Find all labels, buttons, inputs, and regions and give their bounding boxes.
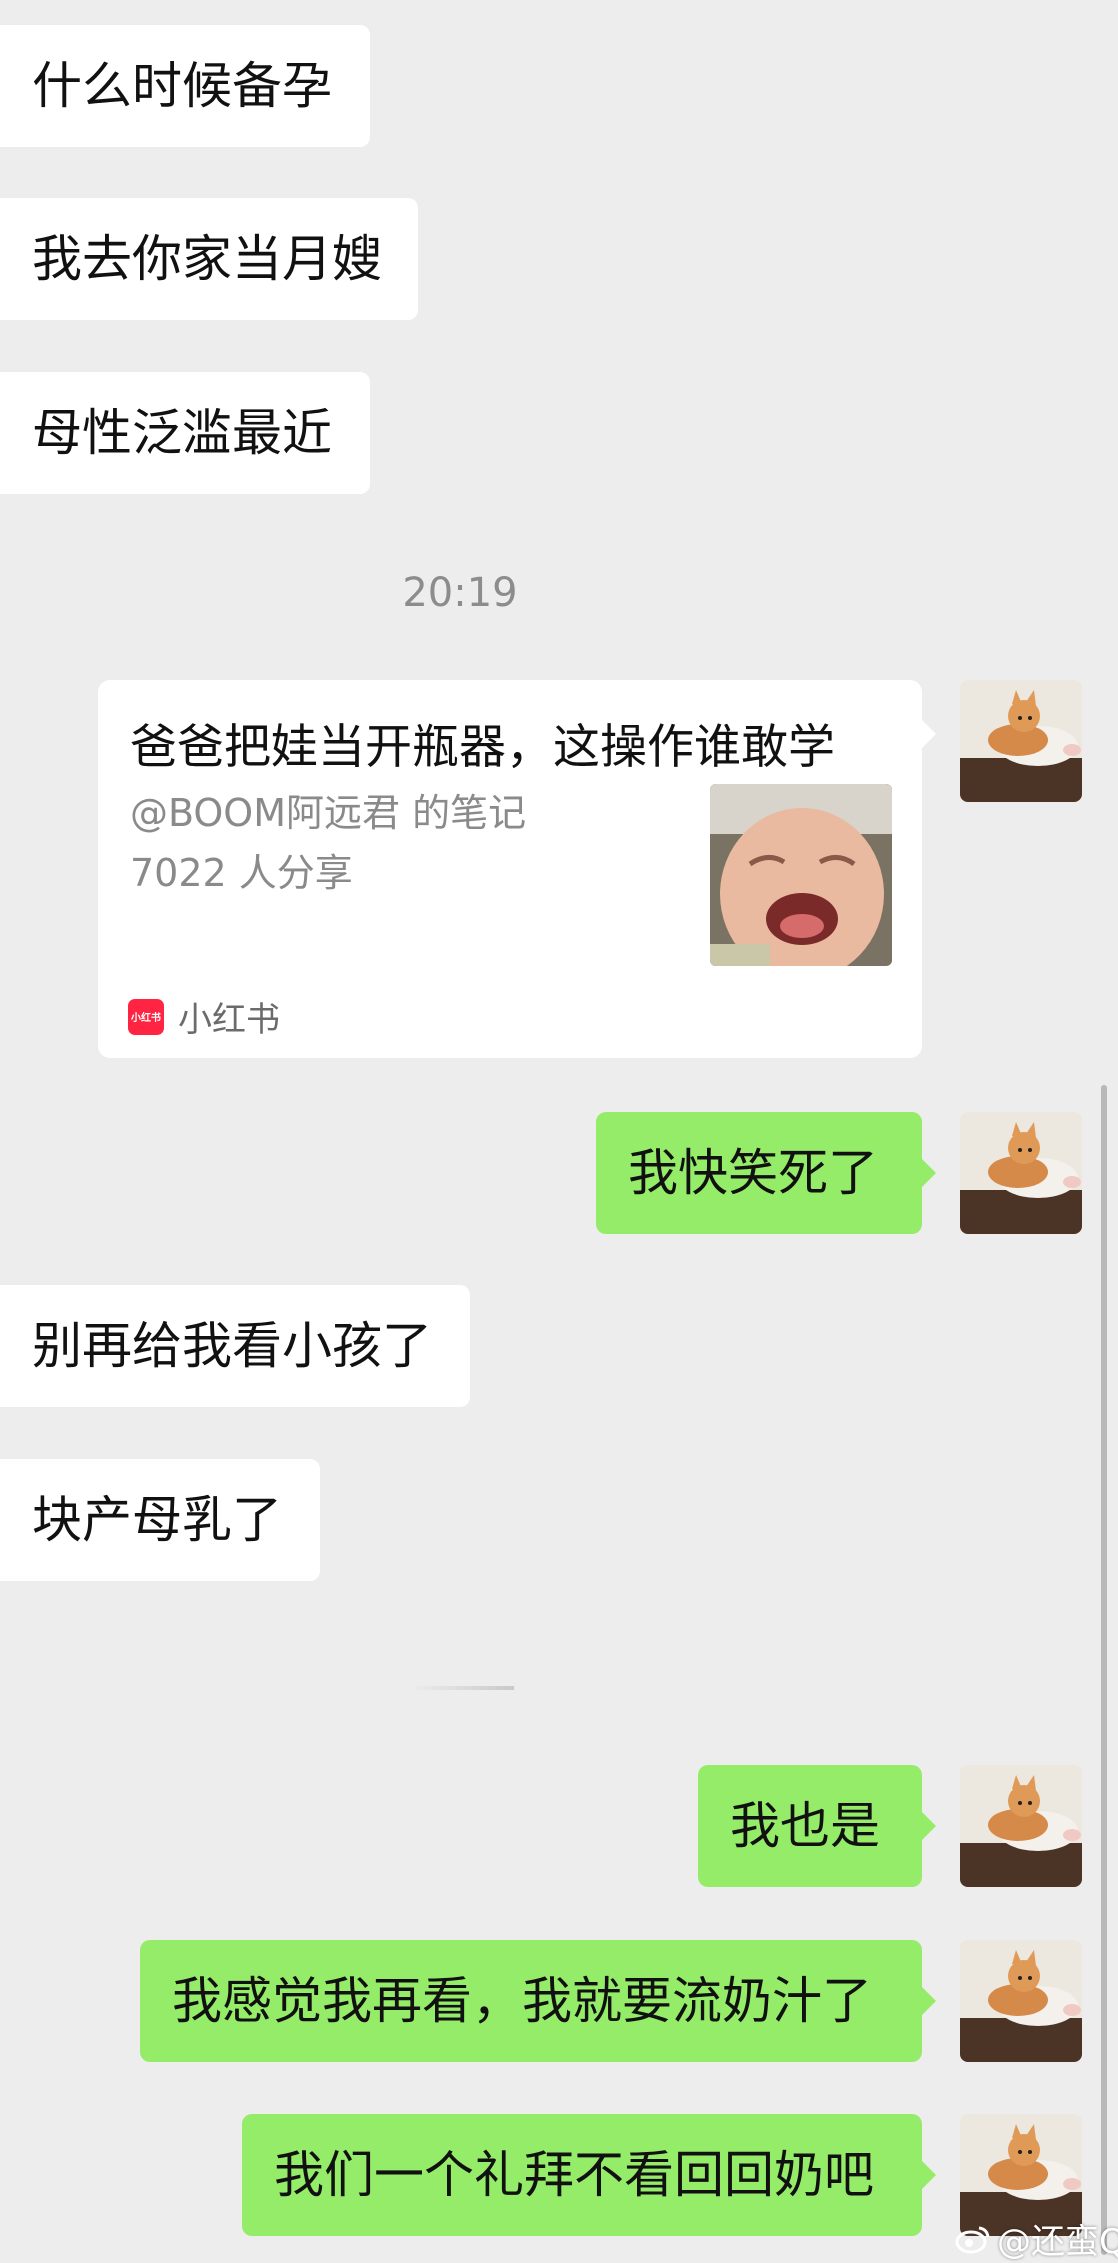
incoming-message-bubble[interactable]: 块产母乳了 xyxy=(0,1459,320,1581)
outgoing-message-bubble[interactable]: 我感觉我再看，我就要流奶汁了 xyxy=(140,1940,936,2062)
user-avatar[interactable] xyxy=(960,680,1082,802)
incoming-message-bubble[interactable]: 什么时候备孕 xyxy=(0,25,370,147)
weibo-icon xyxy=(955,2226,990,2253)
scrollbar[interactable] xyxy=(1101,1085,1107,2255)
outgoing-message-bubble[interactable]: 我们一个礼拜不看回回奶吧 xyxy=(242,2114,936,2236)
divider-line xyxy=(410,1686,514,1690)
incoming-message-bubble[interactable]: 母性泛滥最近 xyxy=(0,372,370,494)
card-author: @BOOM阿远君 的笔记 xyxy=(130,791,527,835)
user-avatar[interactable] xyxy=(960,1765,1082,1887)
card-share-count: 7022 人分享 xyxy=(130,851,353,895)
card-source-app-name: 小红书 xyxy=(178,1000,280,1040)
incoming-message-bubble[interactable]: 别再给我看小孩了 xyxy=(0,1285,470,1407)
message-timestamp: 20:19 xyxy=(402,570,518,616)
card-thumbnail-crying-baby xyxy=(710,784,892,966)
watermark: @还蛮Q xyxy=(955,2214,1118,2263)
outgoing-message-bubble[interactable]: 我快笑死了 xyxy=(596,1112,936,1234)
watermark-text: @还蛮Q xyxy=(997,2222,1118,2262)
incoming-message-bubble[interactable]: 我去你家当月嫂 xyxy=(0,198,418,320)
card-source: 小红书 小红书 xyxy=(128,992,280,1041)
xiaohongshu-logo-icon: 小红书 xyxy=(128,998,164,1035)
card-title: 爸爸把娃当开瓶器，这操作谁敢学 xyxy=(130,720,835,775)
shared-link-card[interactable]: 爸爸把娃当开瓶器，这操作谁敢学 @BOOM阿远君 的笔记 7022 人分享 小红… xyxy=(98,680,936,1058)
user-avatar[interactable] xyxy=(960,1112,1082,1234)
outgoing-message-bubble[interactable]: 我也是 xyxy=(698,1765,936,1887)
user-avatar[interactable] xyxy=(960,1940,1082,2062)
